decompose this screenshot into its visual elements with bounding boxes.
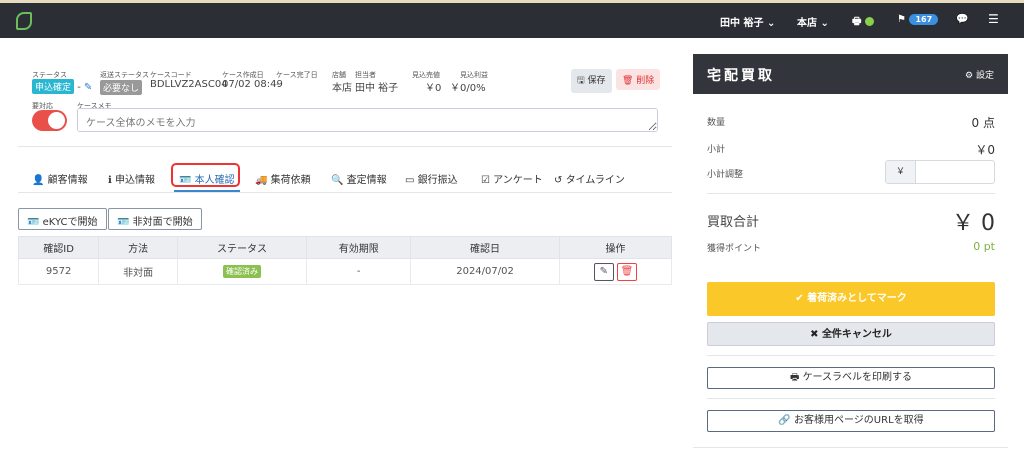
flag-icon: ⚑: [897, 14, 906, 25]
table-header: 確認ID 方法 ステータス 有効期限 確認日 操作: [17, 236, 673, 259]
col-method: 方法: [98, 236, 178, 259]
panel-title: 宅配買取: [707, 68, 775, 84]
button-label: eKYCで開始: [42, 217, 98, 228]
case-memo-input[interactable]: [77, 108, 658, 132]
status-dash: -: [77, 82, 81, 93]
total-value: ￥ 0: [952, 211, 995, 236]
cell-status: 確認済み: [176, 258, 308, 285]
tab-label: 集荷依頼: [270, 175, 311, 186]
case-code: BDLLVZ2ASC04: [150, 79, 228, 90]
save-button[interactable]: 🖫 保存: [571, 69, 612, 93]
tab-label: 顧客情報: [47, 175, 88, 186]
attention-toggle[interactable]: [32, 110, 67, 131]
quantity-value: 0 点: [971, 116, 995, 130]
tab-application-info[interactable]: ℹ 申込情報: [108, 171, 155, 186]
button-label: 着荷済みとしてマーク: [807, 293, 907, 304]
delete-row-button[interactable]: 🗑: [617, 262, 638, 281]
status-value: 申込確定 - ✎: [32, 79, 92, 94]
store-menu[interactable]: 本店 ⌄: [797, 14, 829, 29]
tab-pickup-request[interactable]: 🚚 集荷依頼: [255, 171, 311, 186]
points-label: 獲得ポイント: [707, 244, 762, 254]
staff-value: 田中 裕子: [355, 83, 399, 94]
quantity-label: 数量: [707, 118, 726, 128]
mark-arrived-button[interactable]: ✔ 着荷済みとしてマーク: [707, 282, 995, 316]
delete-label: 削除: [636, 76, 655, 86]
edit-button[interactable]: ✎: [593, 262, 614, 281]
start-offline-button[interactable]: 🪪 非対面で開始: [108, 208, 202, 230]
divider: [707, 355, 995, 356]
status-badge: 確認済み: [223, 265, 262, 278]
panel-header: 宅配買取 ⚙ 設定: [693, 54, 1008, 94]
yen-addon: ￥: [886, 161, 916, 183]
adjustment-label: 小計調整: [707, 170, 744, 180]
col-expiry: 有効期限: [306, 236, 412, 259]
button-label: ケースラベルを印刷する: [802, 372, 913, 383]
tab-appraisal-info[interactable]: 🔍 査定情報: [331, 171, 387, 186]
cell-expiry: -: [306, 258, 412, 285]
points-value: 0 pt: [973, 240, 995, 253]
printer-status[interactable]: 🖶: [852, 14, 874, 31]
button-label: お客様用ページのURLを取得: [794, 415, 924, 426]
tab-label: アンケート: [493, 175, 543, 186]
status-dot: [864, 16, 874, 26]
col-status: ステータス: [176, 236, 308, 259]
get-url-button[interactable]: 🔗 お客様用ページのURLを取得: [707, 410, 995, 432]
verification-table: 確認ID 方法 ステータス 有効期限 確認日 操作 9572 非対面 確認済み …: [17, 236, 673, 285]
notifications-button[interactable]: ⚑ 167: [897, 14, 939, 25]
tab-label: タイムライン: [565, 175, 625, 186]
top-navbar: 田中 裕子 ⌄ 本店 ⌄ 🖶 ⚑ 167 💬 ☰: [0, 0, 1024, 38]
adjustment-input[interactable]: ￥: [885, 160, 995, 184]
notification-badge: 167: [909, 14, 939, 25]
col-date: 確認日: [410, 236, 560, 259]
expected-sales: ￥0: [425, 83, 442, 94]
tab-label: 査定情報: [346, 175, 387, 186]
expected-profit: ￥0/0%: [450, 83, 486, 94]
divider: [18, 146, 672, 147]
print-label-button[interactable]: 🖶 ケースラベルを印刷する: [707, 367, 995, 389]
divider: [707, 398, 995, 399]
divider: [707, 193, 995, 194]
return-status-badge: 必要なし: [100, 80, 143, 95]
completed-label: ケース完了日: [276, 71, 318, 79]
table-row: 9572 非対面 確認済み - 2024/07/02 ✎ 🗑: [17, 258, 673, 285]
user-menu[interactable]: 田中 裕子 ⌄: [720, 14, 775, 29]
tab-label: 申込情報: [114, 175, 155, 186]
cell-method: 非対面: [98, 258, 178, 285]
tab-label: 銀行振込: [417, 175, 458, 186]
created-date: 07/02 08:49: [222, 79, 283, 90]
tab-identity-verification[interactable]: 🪪 本人確認: [179, 171, 235, 186]
tab-customer-info[interactable]: 👤 顧客情報: [32, 171, 88, 186]
tab-survey[interactable]: ☑ アンケート: [481, 171, 543, 186]
chat-icon[interactable]: 💬: [956, 14, 968, 25]
col-id: 確認ID: [17, 236, 100, 259]
cancel-all-button[interactable]: ✖ 全件キャンセル: [707, 322, 995, 346]
settings-button[interactable]: ⚙ 設定: [965, 68, 994, 81]
divider: [693, 447, 1008, 448]
status-badge: 申込確定: [32, 79, 75, 94]
tab-bank-transfer[interactable]: ▭ 銀行振込: [405, 171, 458, 186]
cell-date: 2024/07/02: [410, 258, 560, 285]
return-status-label: 返送ステータス: [100, 71, 149, 79]
store-value: 本店: [332, 83, 352, 94]
tab-label: 本人確認: [194, 175, 235, 186]
app-logo[interactable]: [16, 12, 32, 30]
save-label: 保存: [587, 76, 606, 86]
total-label: 買取合計: [707, 215, 760, 230]
completed-date: -: [276, 79, 280, 90]
cell-actions: ✎ 🗑: [558, 258, 673, 285]
button-label: 非対面で開始: [132, 217, 193, 228]
subtotal-value: ￥0: [975, 143, 995, 157]
menu-icon[interactable]: ☰: [988, 12, 999, 26]
start-ekyc-button[interactable]: 🪪 eKYCで開始: [18, 208, 107, 230]
delete-button[interactable]: 🗑 削除: [616, 69, 661, 90]
edit-pencil-icon[interactable]: ✎: [84, 82, 92, 93]
button-label: 全件キャンセル: [821, 329, 892, 340]
settings-label: 設定: [975, 71, 994, 81]
cell-id: 9572: [17, 258, 100, 285]
tabs-divider: [18, 192, 672, 193]
subtotal-label: 小計: [707, 145, 726, 155]
col-actions: 操作: [558, 236, 673, 259]
tab-timeline[interactable]: ↺ タイムライン: [554, 171, 625, 186]
printer-icon: 🖶: [852, 16, 862, 27]
